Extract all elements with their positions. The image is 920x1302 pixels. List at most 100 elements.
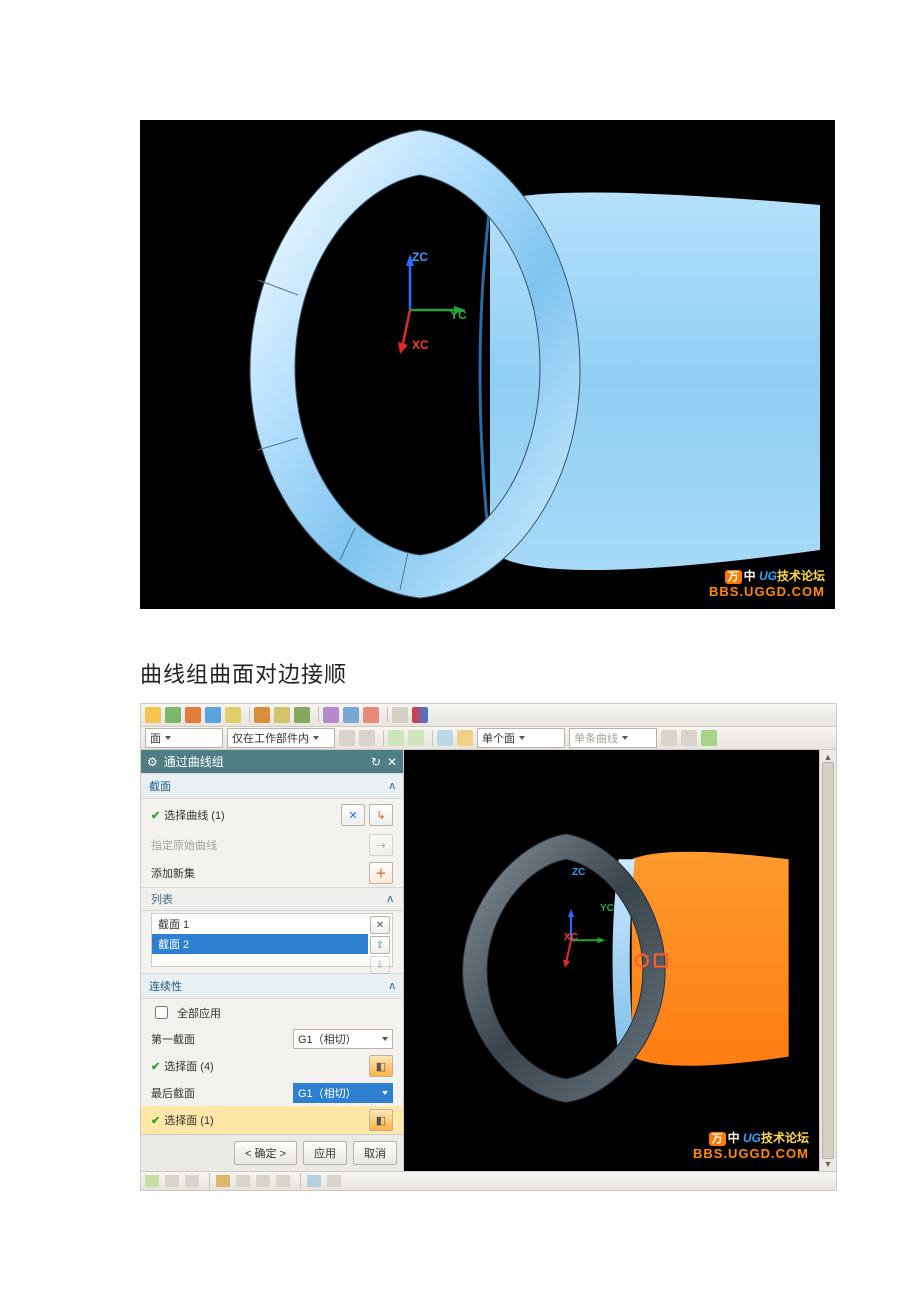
- list-movedown-button[interactable]: ⇩: [370, 956, 390, 974]
- row-specify-origin: 指定原始曲线 ⇢: [141, 831, 403, 859]
- toolbar-main: [141, 704, 836, 727]
- tool-icon[interactable]: [256, 1175, 270, 1187]
- tool-icon[interactable]: [225, 707, 241, 723]
- specify-button: ⇢: [369, 834, 393, 856]
- tool-icon[interactable]: [363, 707, 379, 723]
- tool-icon[interactable]: [165, 1175, 179, 1187]
- dropdown-label: G1（相切）: [298, 1031, 357, 1047]
- row-select-face-4: ✔ 选择面 (4) ◧: [141, 1052, 403, 1080]
- label: 选择面 (1): [164, 1115, 214, 1127]
- tool-icon[interactable]: [412, 707, 428, 723]
- scroll-down-arrow[interactable]: ▼: [824, 1159, 833, 1169]
- last-section-dropdown[interactable]: G1（相切）: [293, 1083, 393, 1103]
- tool-icon[interactable]: [307, 1175, 321, 1187]
- tool-icon[interactable]: [145, 707, 161, 723]
- check-icon: ✔: [151, 1115, 160, 1127]
- dialog-footer: < 确定 > 应用 取消: [141, 1134, 403, 1171]
- add-set-button[interactable]: ＋: [369, 862, 393, 884]
- toolbar-selection: 面 仅在工作部件内 单个面 单条曲线: [141, 727, 836, 750]
- section-label: 连续性: [149, 978, 182, 994]
- tool-icon[interactable]: [274, 707, 290, 723]
- tool-icon[interactable]: [294, 707, 310, 723]
- face-mode-dropdown[interactable]: 单个面: [477, 728, 565, 748]
- tool-icon[interactable]: [343, 707, 359, 723]
- label: 指定原始曲线: [151, 837, 369, 853]
- tool-icon[interactable]: [276, 1175, 290, 1187]
- face-select-button[interactable]: ◧: [369, 1055, 393, 1077]
- dropdown-label: 仅在工作部件内: [232, 730, 309, 746]
- cancel-button[interactable]: 取消: [353, 1141, 397, 1165]
- viewport-2[interactable]: ZC YC XC 万中 UG技术论坛 BBS.UGGD.COM: [404, 750, 819, 1171]
- reverse-direction-button[interactable]: ✕: [341, 804, 365, 826]
- label: 添加新集: [151, 865, 369, 881]
- list-moveup-button[interactable]: ⇧: [370, 936, 390, 954]
- row-add-new-set: 添加新集 ＋: [141, 859, 403, 887]
- watermark: 万中 UG技术论坛 BBS.UGGD.COM: [709, 569, 825, 601]
- list-remove-button[interactable]: ✕: [370, 916, 390, 934]
- scroll-thumb[interactable]: [822, 762, 834, 1159]
- filter-icon[interactable]: [388, 730, 404, 746]
- list-item[interactable]: 截面 1: [152, 914, 368, 934]
- section-label: 截面: [149, 778, 171, 794]
- tool-icon[interactable]: [165, 707, 181, 723]
- axis-label-x: XC: [564, 932, 578, 943]
- label: 选择面 (4): [164, 1061, 214, 1073]
- watermark: 万中 UG技术论坛 BBS.UGGD.COM: [693, 1131, 809, 1163]
- filter-type-dropdown[interactable]: 面: [145, 728, 223, 748]
- snap-icon[interactable]: [701, 730, 717, 746]
- dropdown-label: 面: [150, 730, 161, 746]
- check-icon: ✔: [151, 1061, 160, 1073]
- first-section-dropdown[interactable]: G1（相切）: [293, 1029, 393, 1049]
- scroll-up-arrow[interactable]: ▲: [824, 752, 833, 762]
- filter-icon[interactable]: [339, 730, 355, 746]
- dropdown-label: 单条曲线: [574, 730, 618, 746]
- caption: 曲线组曲面对边接顺: [140, 657, 920, 689]
- label: 全部应用: [177, 1005, 221, 1021]
- scope-dropdown[interactable]: 仅在工作部件内: [227, 728, 335, 748]
- apply-all-checkbox[interactable]: [155, 1006, 168, 1019]
- tool-icon[interactable]: [254, 707, 270, 723]
- filter-icon[interactable]: [457, 730, 473, 746]
- section-label: 列表: [151, 891, 173, 907]
- tool-icon[interactable]: [327, 1175, 341, 1187]
- row-apply-all: 全部应用: [141, 999, 403, 1026]
- dialog-titlebar: ⚙ 通过曲线组 ↻ ✕: [141, 750, 403, 773]
- tool-icon[interactable]: [323, 707, 339, 723]
- dialog-scrollbar[interactable]: ▲ ▼: [819, 750, 836, 1171]
- tool-icon[interactable]: [205, 707, 221, 723]
- filter-icon[interactable]: [408, 730, 424, 746]
- dialog-through-curves: ⚙ 通过曲线组 ↻ ✕ 截面 ʌ ✔选择曲线 (1): [141, 750, 404, 1171]
- tool-icon[interactable]: [236, 1175, 250, 1187]
- filter-icon[interactable]: [359, 730, 375, 746]
- row-select-curve: ✔选择曲线 (1) ✕ ↳: [141, 799, 403, 831]
- section-header-continuity[interactable]: 连续性 ʌ: [141, 973, 403, 999]
- apply-button[interactable]: 应用: [303, 1141, 347, 1165]
- close-icon[interactable]: ✕: [387, 755, 397, 769]
- snap-icon[interactable]: [681, 730, 697, 746]
- curve-mode-dropdown[interactable]: 单条曲线: [569, 728, 657, 748]
- tool-icon[interactable]: [185, 707, 201, 723]
- chevron-up-icon: ʌ: [390, 980, 396, 992]
- toolbar-bottom: [141, 1171, 836, 1190]
- dialog-title: 通过曲线组: [164, 753, 224, 770]
- axis-label-z: ZC: [572, 867, 585, 878]
- chevron-up-icon: ʌ: [390, 780, 396, 792]
- label: 第一截面: [151, 1031, 293, 1047]
- reset-icon[interactable]: ↻: [371, 755, 381, 769]
- list-item[interactable]: 截面 2: [152, 934, 368, 954]
- row-select-face-1: ✔ 选择面 (1) ◧: [141, 1106, 403, 1134]
- tool-icon[interactable]: [392, 707, 408, 723]
- tool-icon[interactable]: [145, 1175, 159, 1187]
- tool-icon[interactable]: [185, 1175, 199, 1187]
- section-header-list[interactable]: 列表 ʌ: [141, 887, 403, 911]
- curve-icon-button[interactable]: ↳: [369, 804, 393, 826]
- row-last-section: 最后截面 G1（相切）: [141, 1080, 403, 1106]
- face-select-button[interactable]: ◧: [369, 1109, 393, 1131]
- ok-button[interactable]: < 确定 >: [234, 1141, 297, 1165]
- tool-icon[interactable]: [216, 1175, 230, 1187]
- axis-label-x: XC: [412, 338, 429, 352]
- filter-icon[interactable]: [437, 730, 453, 746]
- snap-icon[interactable]: [661, 730, 677, 746]
- section-header-section[interactable]: 截面 ʌ: [141, 773, 403, 799]
- section-list[interactable]: 截面 1 截面 2 ✕ ⇧ ⇩: [151, 913, 393, 967]
